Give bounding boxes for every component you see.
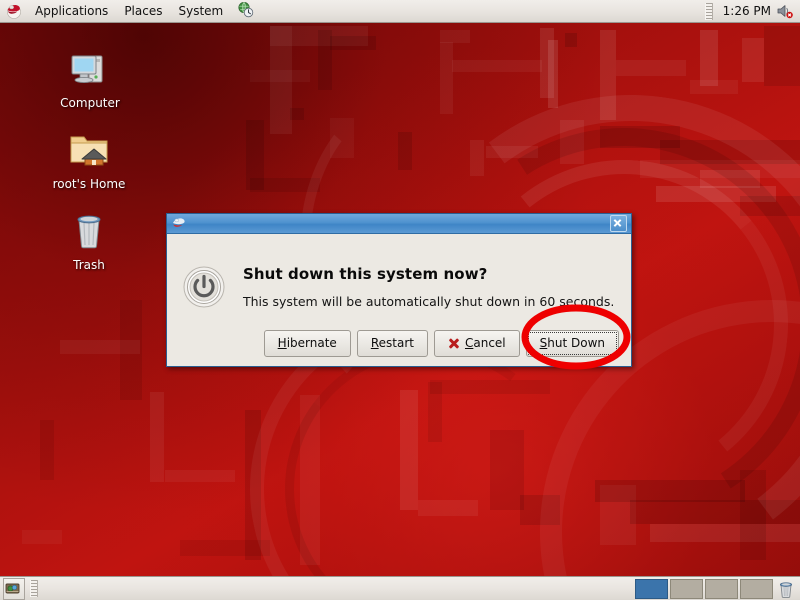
- hibernate-accel: H: [277, 336, 287, 350]
- desktop-screen: Applications Places System 1:26 PM Compu…: [0, 0, 800, 600]
- globe-clock-updater-icon[interactable]: [232, 0, 259, 23]
- desktop-icon-computer[interactable]: Computer: [42, 44, 138, 110]
- home-folder-icon: [41, 125, 137, 173]
- workspace-switcher[interactable]: [635, 578, 773, 599]
- dialog-heading: Shut down this system now?: [243, 265, 488, 283]
- window-tasklist[interactable]: [43, 577, 635, 600]
- power-button-icon: [183, 266, 225, 308]
- shutdown-label-rest: hut Down: [547, 336, 605, 350]
- restart-button[interactable]: Restart: [356, 330, 428, 357]
- cancel-label-rest: ancel: [473, 336, 506, 350]
- desktop-icon-trash[interactable]: Trash: [41, 206, 137, 272]
- tasklist-grip-handle[interactable]: [30, 580, 38, 597]
- workspace-1[interactable]: [635, 578, 668, 599]
- top-panel: Applications Places System 1:26 PM: [0, 0, 800, 23]
- menu-applications[interactable]: Applications: [28, 2, 115, 21]
- workspace-2[interactable]: [670, 578, 703, 599]
- dialog-button-row: Hibernate Restart Cancel Shut Down: [263, 330, 619, 357]
- bottom-panel: [0, 576, 800, 600]
- shutdown-dialog: Shut down this system now? This system w…: [166, 213, 632, 367]
- shut-down-button[interactable]: Shut Down: [525, 330, 619, 357]
- dialog-message: This system will be automatically shut d…: [243, 294, 615, 309]
- menu-system[interactable]: System: [171, 2, 230, 21]
- menu-places[interactable]: Places: [117, 2, 169, 21]
- desktop-icon-label: Computer: [60, 96, 120, 110]
- restart-accel: R: [370, 336, 379, 350]
- trash-icon: [41, 206, 137, 254]
- workspace-3[interactable]: [705, 578, 738, 599]
- desktop-icon-label: root's Home: [52, 177, 126, 191]
- tray-grip-handle[interactable]: [704, 2, 713, 20]
- clock[interactable]: 1:26 PM: [718, 4, 776, 18]
- redhat-shadowman-icon: [171, 216, 188, 231]
- speaker-muted-icon[interactable]: [776, 3, 794, 19]
- workspace-4[interactable]: [740, 578, 773, 599]
- close-icon[interactable]: [610, 215, 627, 232]
- cancel-button[interactable]: Cancel: [433, 330, 520, 357]
- restart-label-rest: estart: [378, 336, 414, 350]
- dialog-body: Shut down this system now? This system w…: [167, 234, 631, 367]
- x-mark-icon: [448, 337, 460, 349]
- trash-applet-icon[interactable]: [776, 579, 796, 599]
- hibernate-label-rest: ibernate: [286, 336, 337, 350]
- show-desktop-icon[interactable]: [3, 577, 25, 600]
- desktop-icon-home[interactable]: root's Home: [41, 125, 137, 191]
- redhat-shadowman-icon[interactable]: [5, 3, 23, 19]
- computer-icon: [42, 44, 138, 92]
- dialog-titlebar[interactable]: [167, 214, 631, 234]
- desktop-icon-label: Trash: [73, 258, 105, 272]
- hibernate-button[interactable]: Hibernate: [263, 330, 351, 357]
